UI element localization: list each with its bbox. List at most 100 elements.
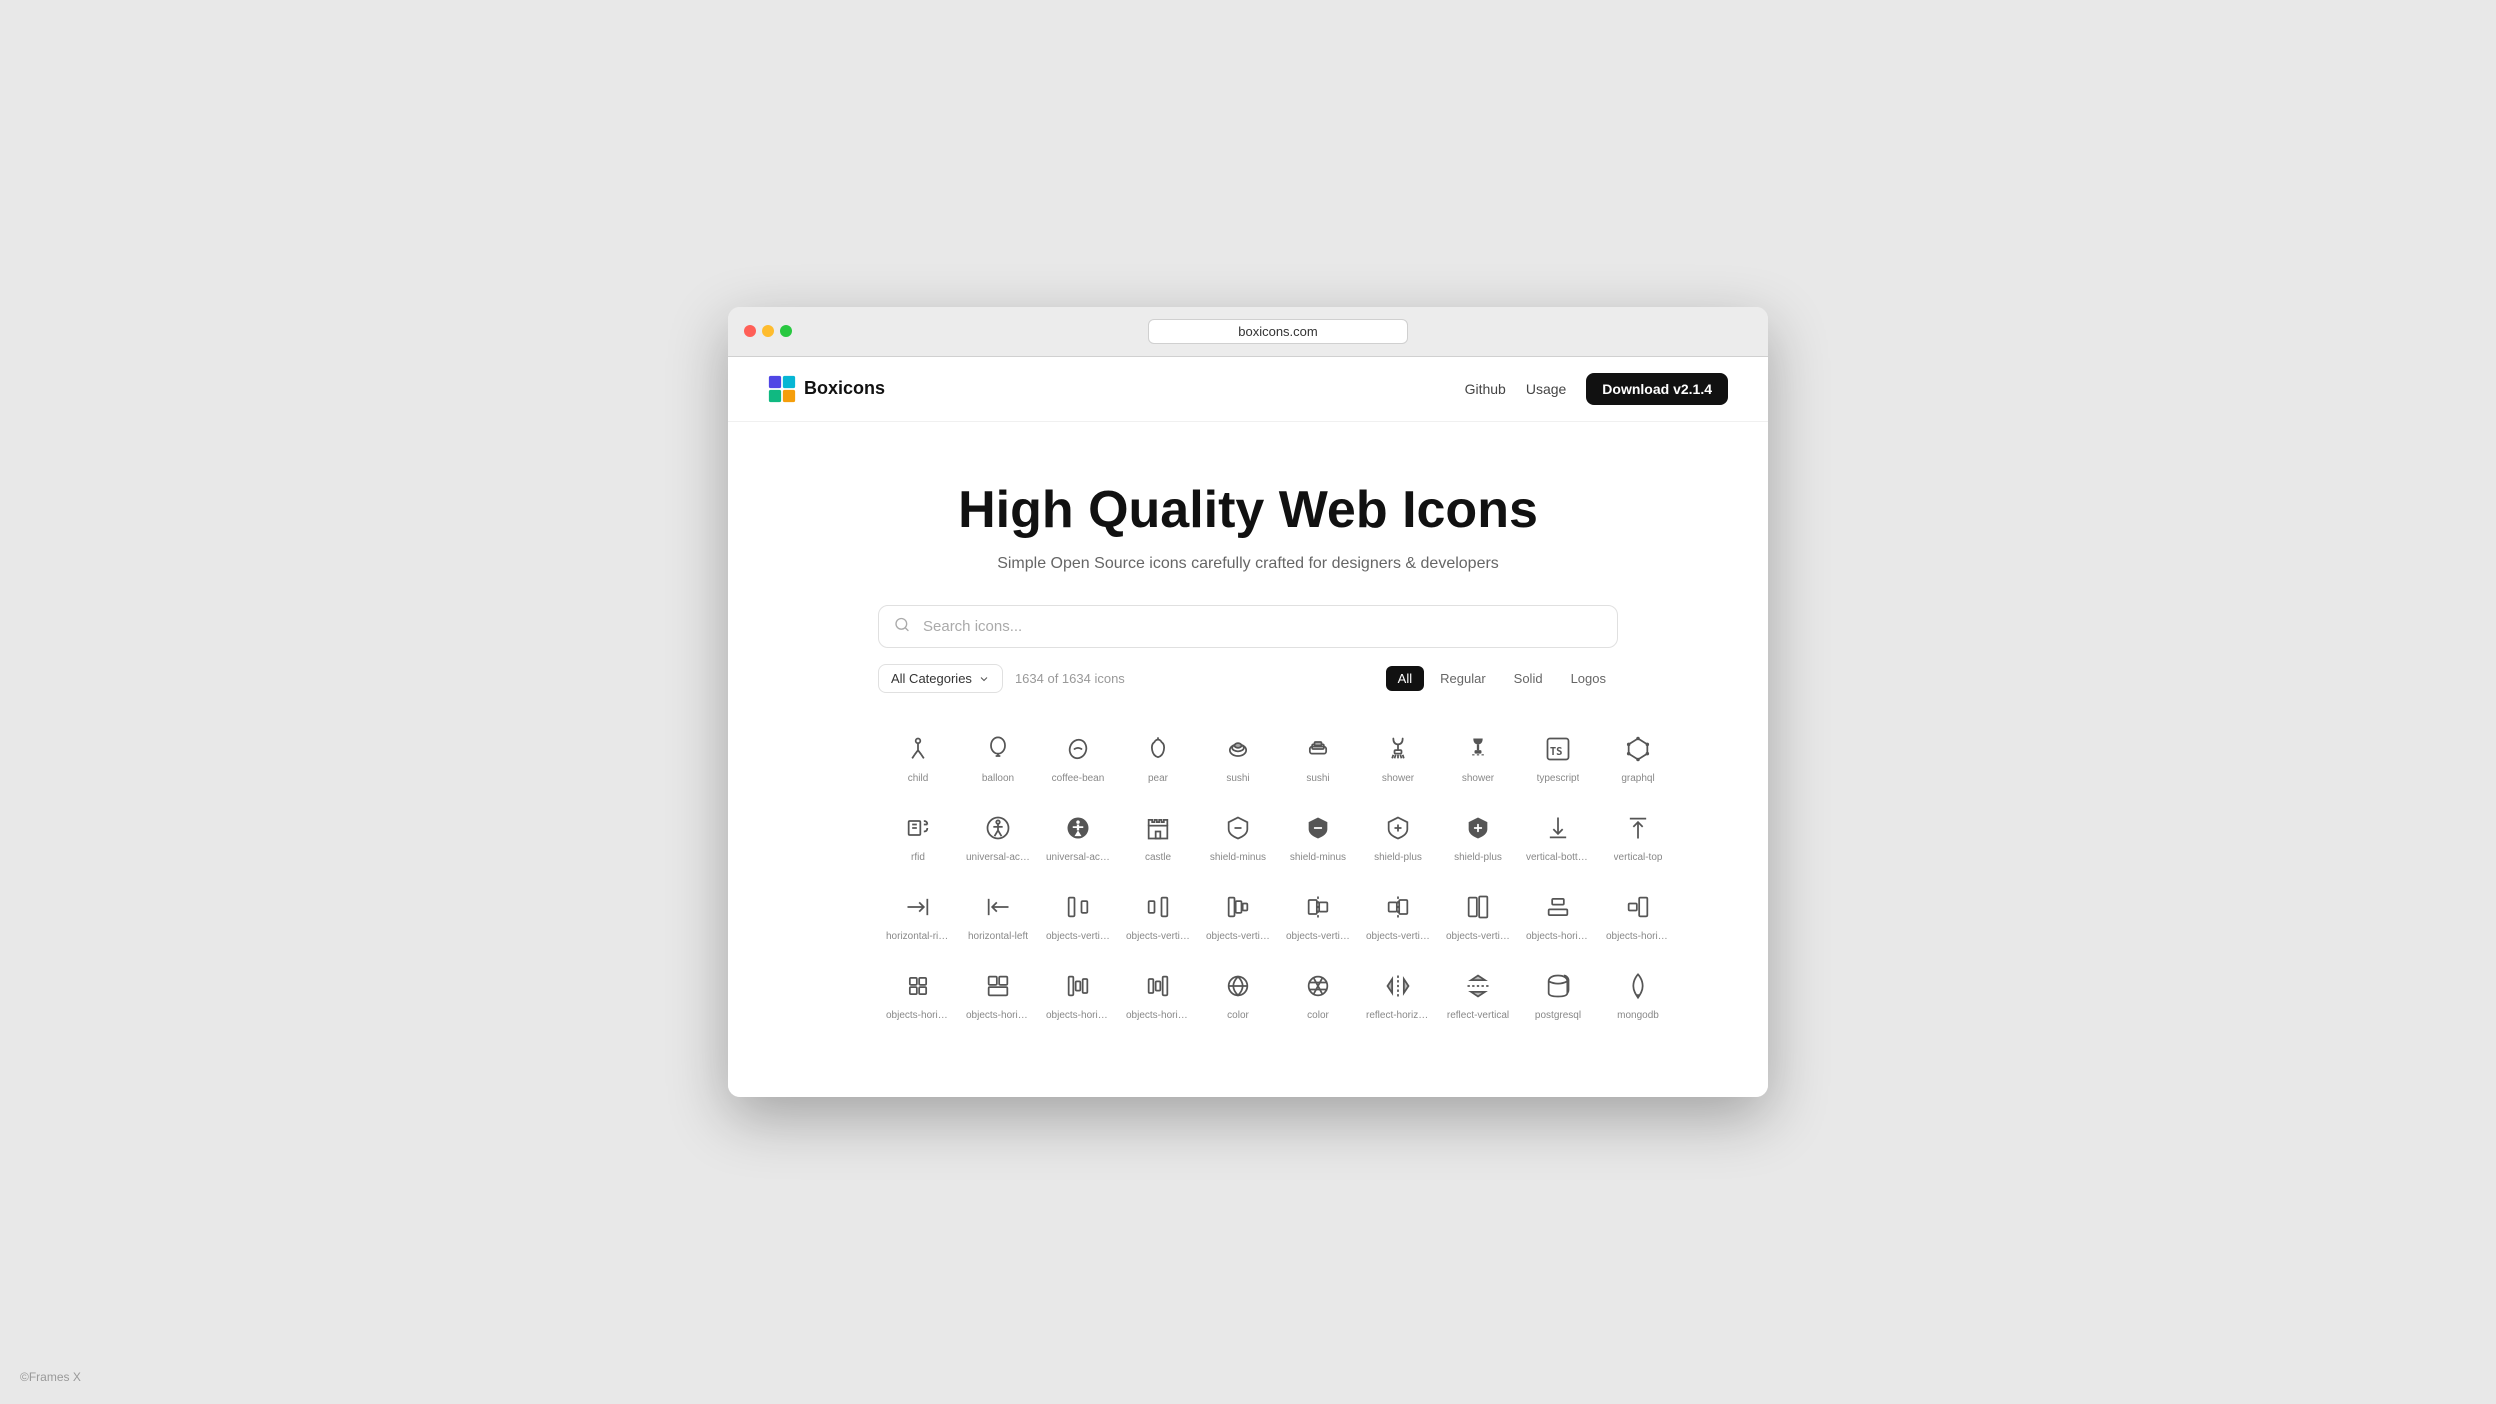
icon-label-reflect-horiz: reflect-horizo...	[1366, 1010, 1430, 1021]
icon-item-objects-horiz6[interactable]: objects-horizo...	[1118, 954, 1198, 1033]
logo[interactable]: Boxicons	[768, 375, 885, 403]
icon-item-coffee-bean[interactable]: coffee-bean	[1038, 717, 1118, 796]
icon-label-objects-horiz5: objects-horizo...	[1046, 1010, 1110, 1021]
shower-icon-1	[1382, 733, 1414, 765]
reflect-horiz-icon	[1382, 970, 1414, 1002]
icon-item-universal-access1[interactable]: universal-ace...	[958, 796, 1038, 875]
icon-label-horizontal-left: horizontal-left	[968, 931, 1028, 942]
graphql-icon	[1622, 733, 1654, 765]
icon-label-castle: castle	[1145, 852, 1171, 863]
icon-item-objects-horiz3[interactable]: objects-horizo...	[878, 954, 958, 1033]
objects-horiz-icon-4	[982, 970, 1014, 1002]
icon-label-color1: color	[1227, 1010, 1249, 1021]
icon-item-objects-vertic4[interactable]: objects-vertic...	[1278, 875, 1358, 954]
icon-label-shower1: shower	[1382, 773, 1414, 784]
universal-access-icon-2	[1062, 812, 1094, 844]
icon-item-objects-horiz2[interactable]: objects-horizo...	[1598, 875, 1678, 954]
rfid-icon	[902, 812, 934, 844]
icon-item-shield-minus2[interactable]: shield-minus	[1278, 796, 1358, 875]
shield-minus-icon-1	[1222, 812, 1254, 844]
icon-item-objects-vertic3[interactable]: objects-vertic...	[1198, 875, 1278, 954]
icon-item-objects-horiz5[interactable]: objects-horizo...	[1038, 954, 1118, 1033]
icon-item-horizontal-left[interactable]: horizontal-left	[958, 875, 1038, 954]
icon-item-objects-vertic1[interactable]: objects-vertic...	[1038, 875, 1118, 954]
icon-item-vertical-bottom[interactable]: vertical-bottom	[1518, 796, 1598, 875]
icon-item-typescript[interactable]: TS typescript	[1518, 717, 1598, 796]
filter-all[interactable]: All	[1386, 666, 1424, 691]
objects-horiz-icon-6	[1142, 970, 1174, 1002]
minimize-button[interactable]	[762, 325, 774, 337]
icon-item-sushi2[interactable]: sushi	[1278, 717, 1358, 796]
filter-logos[interactable]: Logos	[1559, 666, 1618, 691]
icon-item-objects-horiz1[interactable]: objects-horizo...	[1518, 875, 1598, 954]
icon-label-graphql: graphql	[1621, 773, 1654, 784]
icon-item-shower1[interactable]: shower	[1358, 717, 1438, 796]
icon-item-objects-horiz4[interactable]: objects-horizo...	[958, 954, 1038, 1033]
icon-item-sushi1[interactable]: sushi	[1198, 717, 1278, 796]
vertical-top-icon	[1622, 812, 1654, 844]
icon-item-color1[interactable]: color	[1198, 954, 1278, 1033]
category-dropdown[interactable]: All Categories	[878, 664, 1003, 693]
icon-label-sushi2: sushi	[1306, 773, 1329, 784]
search-icon	[894, 616, 910, 637]
icon-item-rfid[interactable]: rfid	[878, 796, 958, 875]
icon-item-shower2[interactable]: shower	[1438, 717, 1518, 796]
objects-vertic-icon-2	[1142, 891, 1174, 923]
universal-access-icon-1	[982, 812, 1014, 844]
icon-label-reflect-vertical: reflect-vertical	[1447, 1010, 1509, 1021]
category-label: All Categories	[891, 671, 972, 686]
icon-item-objects-vertic5[interactable]: objects-vertic...	[1358, 875, 1438, 954]
icon-count: 1634 of 1634 icons	[1015, 671, 1125, 686]
browser-chrome: boxicons.com	[728, 307, 1768, 357]
color-icon-2	[1302, 970, 1334, 1002]
filters-row: All Categories 1634 of 1634 icons All Re…	[878, 664, 1618, 693]
objects-horiz-icon-1	[1542, 891, 1574, 923]
url-display[interactable]: boxicons.com	[1148, 319, 1408, 344]
icon-label-objects-vertic3: objects-vertic...	[1206, 931, 1270, 942]
icon-item-shield-plus2[interactable]: shield-plus	[1438, 796, 1518, 875]
icon-item-color2[interactable]: color	[1278, 954, 1358, 1033]
horizontal-right-icon	[902, 891, 934, 923]
page-content: Boxicons Github Usage Download v2.1.4 Hi…	[728, 357, 1768, 1097]
hero-subtitle: Simple Open Source icons carefully craft…	[768, 555, 1728, 573]
icon-label-vertical-top: vertical-top	[1614, 852, 1663, 863]
icon-item-objects-vertic6[interactable]: objects-vertic...	[1438, 875, 1518, 954]
maximize-button[interactable]	[780, 325, 792, 337]
icon-item-graphql[interactable]: graphql	[1598, 717, 1678, 796]
icon-item-objects-vertic2[interactable]: objects-vertic...	[1118, 875, 1198, 954]
icon-label-mongodb: mongodb	[1617, 1010, 1659, 1021]
close-button[interactable]	[744, 325, 756, 337]
icon-label-objects-vertic1: objects-vertic...	[1046, 931, 1110, 942]
icon-item-vertical-top[interactable]: vertical-top	[1598, 796, 1678, 875]
shield-minus-icon-2	[1302, 812, 1334, 844]
icon-item-castle[interactable]: castle	[1118, 796, 1198, 875]
child-icon	[902, 733, 934, 765]
objects-horiz-icon-2	[1622, 891, 1654, 923]
filter-type-buttons: All Regular Solid Logos	[1386, 666, 1618, 691]
objects-vertic-icon-4	[1302, 891, 1334, 923]
icon-label-objects-horiz2: objects-horizo...	[1606, 931, 1670, 942]
download-button[interactable]: Download v2.1.4	[1586, 373, 1728, 405]
icon-item-postgresql[interactable]: postgresql	[1518, 954, 1598, 1033]
search-bar	[878, 605, 1618, 648]
icon-item-reflect-vertical[interactable]: reflect-vertical	[1438, 954, 1518, 1033]
github-link[interactable]: Github	[1465, 381, 1506, 397]
objects-vertic-icon-3	[1222, 891, 1254, 923]
usage-link[interactable]: Usage	[1526, 381, 1566, 397]
icon-item-mongodb[interactable]: mongodb	[1598, 954, 1678, 1033]
icon-item-horizontal-right[interactable]: horizontal-right	[878, 875, 958, 954]
icon-item-reflect-horiz[interactable]: reflect-horizo...	[1358, 954, 1438, 1033]
icon-item-balloon[interactable]: balloon	[958, 717, 1038, 796]
icon-item-shield-plus1[interactable]: shield-plus	[1358, 796, 1438, 875]
filter-regular[interactable]: Regular	[1428, 666, 1498, 691]
filter-solid[interactable]: Solid	[1502, 666, 1555, 691]
icon-label-shield-plus1: shield-plus	[1374, 852, 1422, 863]
icon-item-shield-minus1[interactable]: shield-minus	[1198, 796, 1278, 875]
search-input[interactable]	[878, 605, 1618, 648]
icon-label-shield-minus1: shield-minus	[1210, 852, 1266, 863]
icon-item-universal-access2[interactable]: universal-ace...	[1038, 796, 1118, 875]
objects-vertic-icon-6	[1462, 891, 1494, 923]
logo-icon	[768, 375, 796, 403]
icon-item-pear[interactable]: pear	[1118, 717, 1198, 796]
icon-item-child[interactable]: child	[878, 717, 958, 796]
